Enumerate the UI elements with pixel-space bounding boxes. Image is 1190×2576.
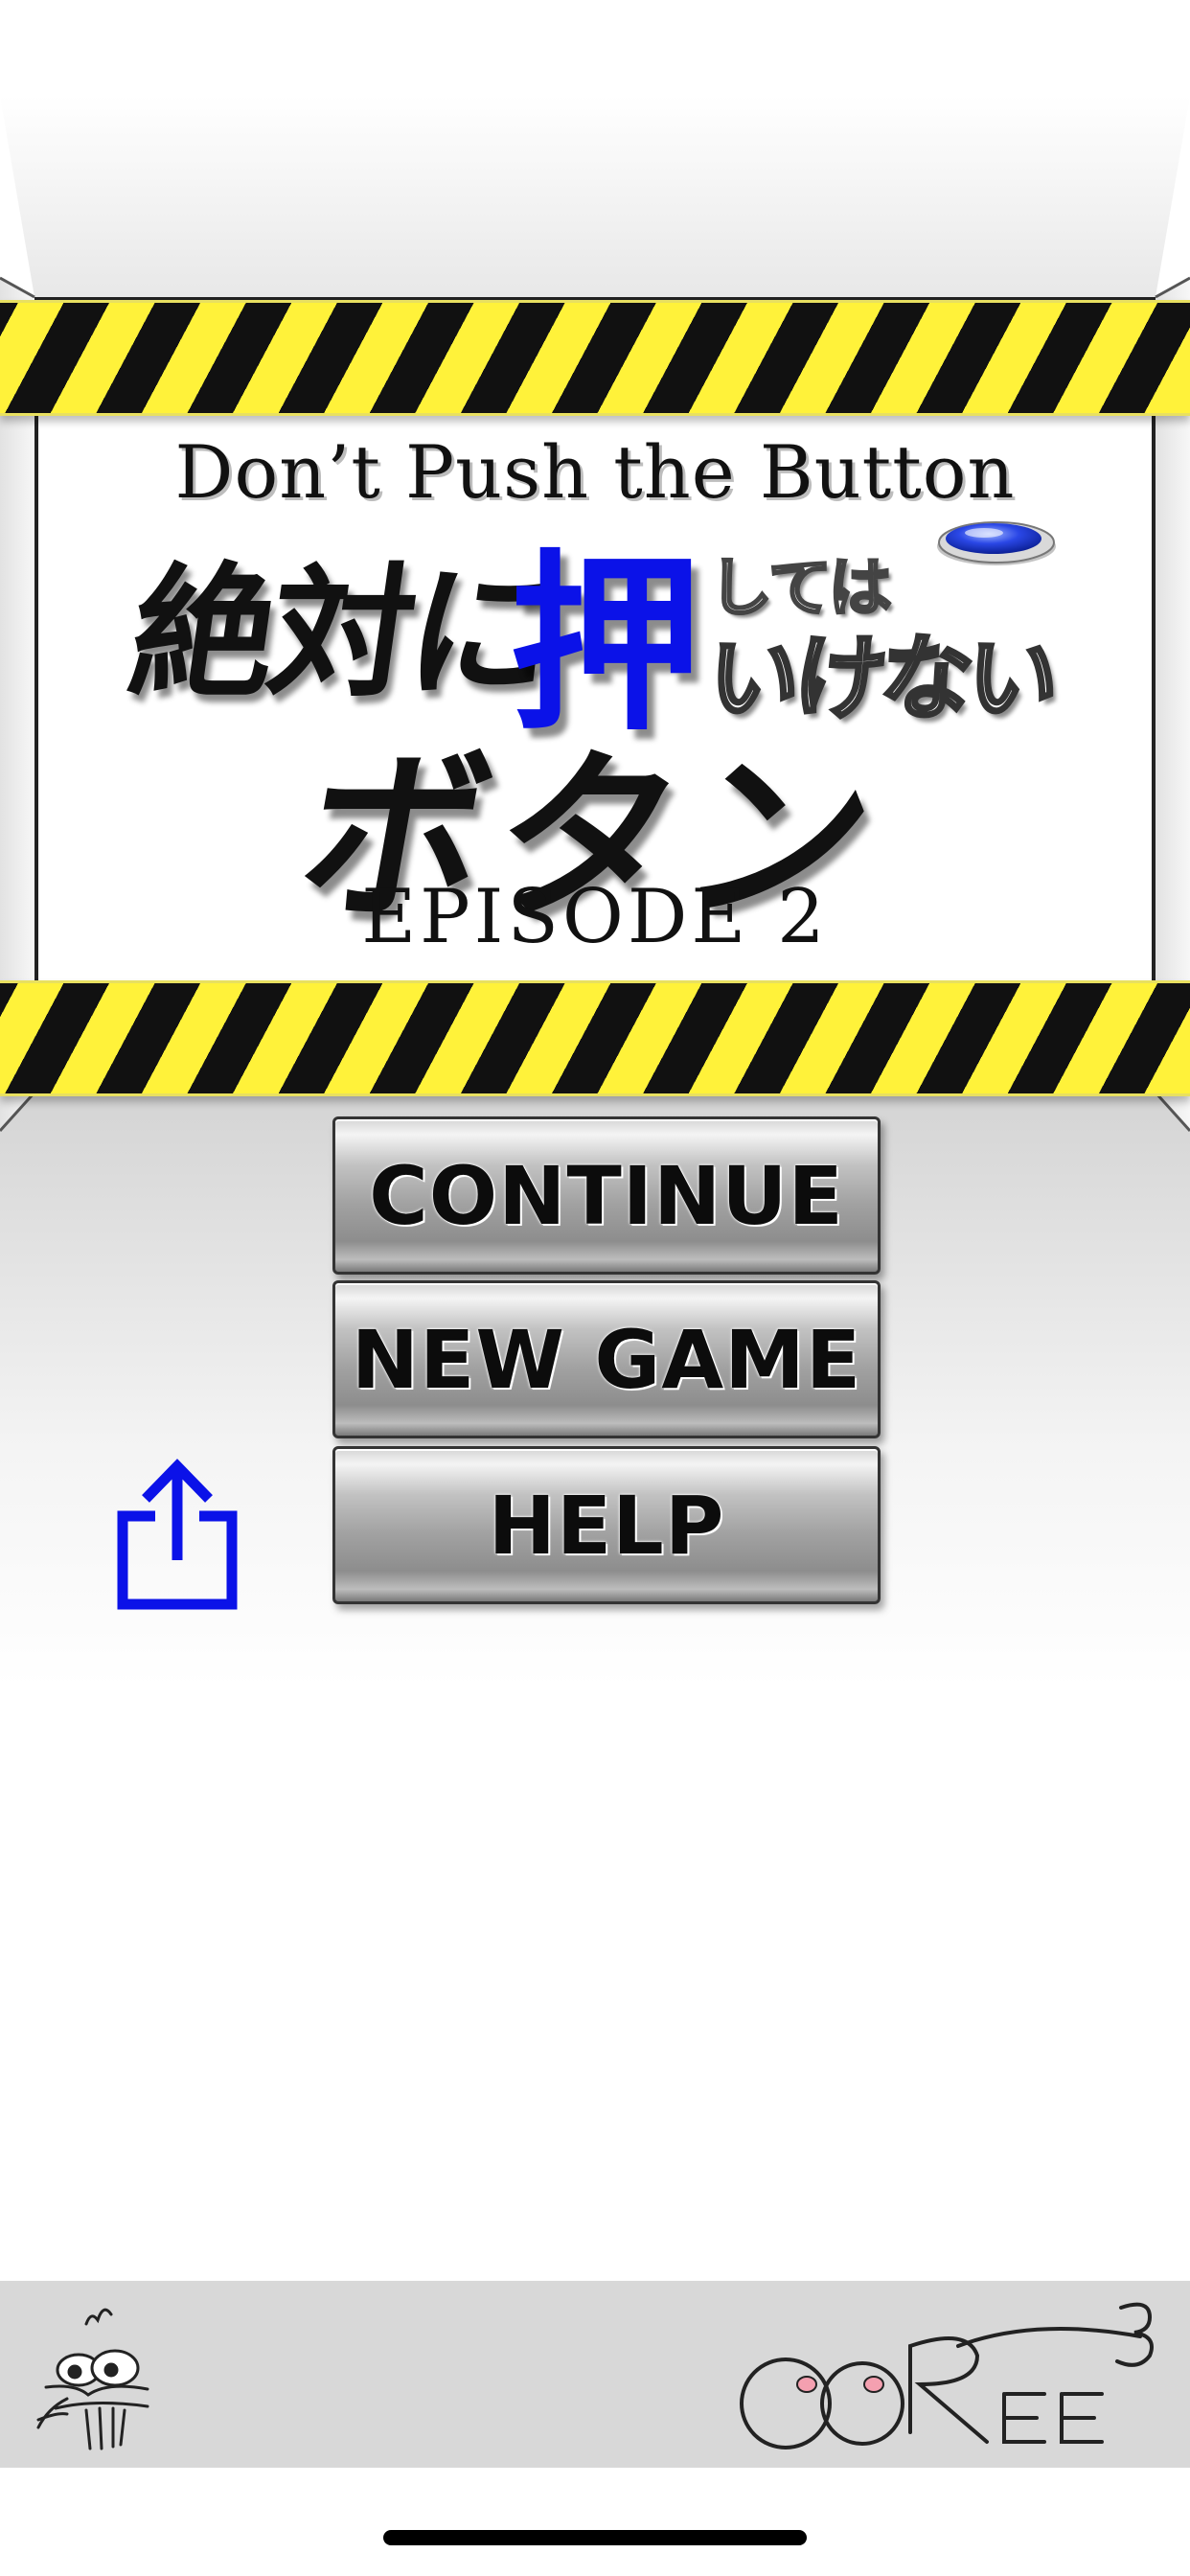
bug-character-logo bbox=[36, 2308, 149, 2450]
continue-button-label: CONTINUE bbox=[369, 1148, 844, 1243]
new-game-button-label: NEW GAME bbox=[351, 1312, 862, 1407]
home-indicator[interactable] bbox=[383, 2530, 807, 2545]
share-icon[interactable] bbox=[117, 1457, 238, 1610]
episode-label: EPISODE 2 bbox=[361, 874, 829, 960]
blue-button-icon bbox=[937, 521, 1056, 565]
caution-tape-top bbox=[0, 300, 1190, 416]
new-game-button[interactable]: NEW GAME bbox=[332, 1280, 881, 1438]
caution-tape-bottom bbox=[0, 980, 1190, 1096]
ootree-logo bbox=[740, 2302, 1154, 2450]
continue-button[interactable]: CONTINUE bbox=[332, 1116, 881, 1275]
help-button-label: HELP bbox=[488, 1478, 725, 1573]
help-button[interactable]: HELP bbox=[332, 1446, 881, 1604]
footer-banner bbox=[0, 2281, 1190, 2468]
